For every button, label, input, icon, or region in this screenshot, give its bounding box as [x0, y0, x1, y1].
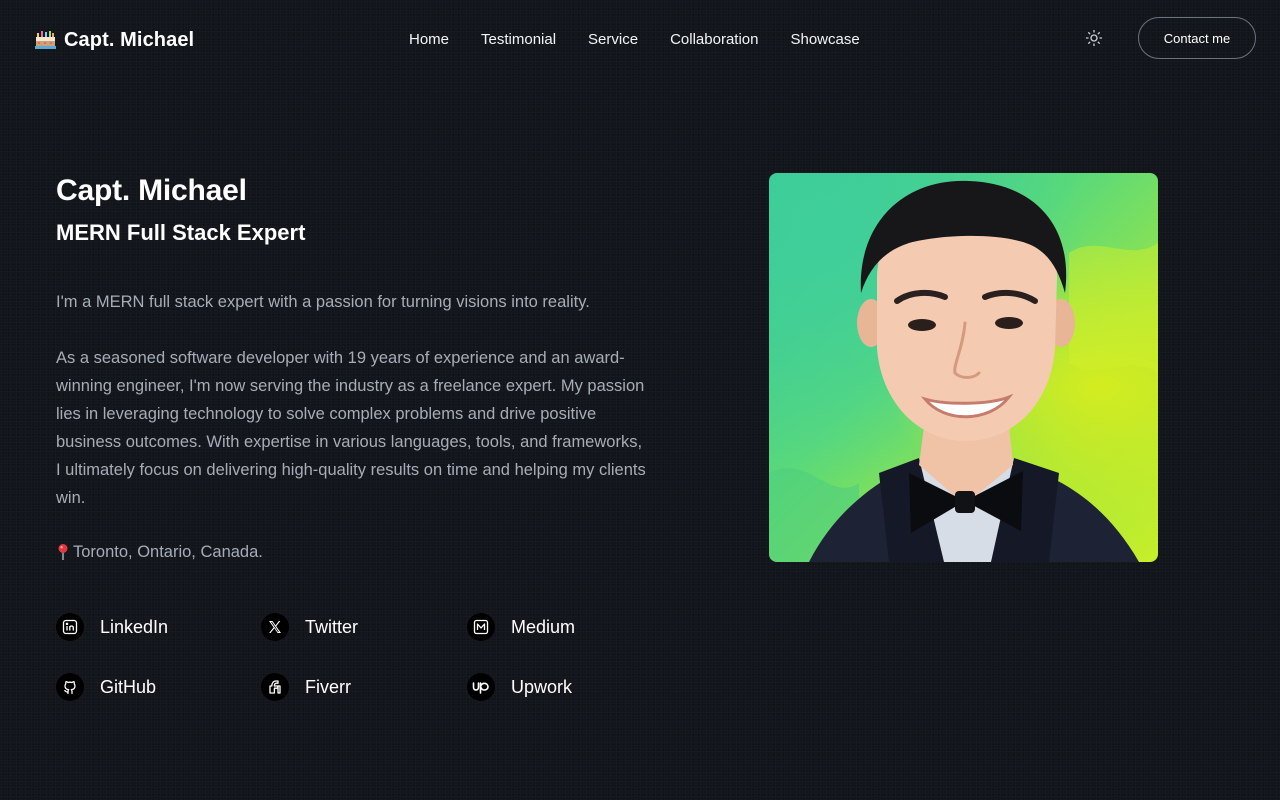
social-twitter[interactable]: Twitter: [261, 611, 467, 643]
contact-me-button[interactable]: Contact me: [1138, 17, 1256, 59]
linkedin-icon: [56, 613, 84, 641]
pixel-cake-logo-icon: [35, 30, 56, 49]
social-label: Fiverr: [305, 676, 351, 697]
hero-name: Capt. Michael: [56, 174, 247, 207]
profile-photo: [769, 173, 1158, 562]
github-icon: [56, 673, 84, 701]
medium-icon: [467, 613, 495, 641]
location-text: Toronto, Ontario, Canada.: [73, 543, 263, 561]
brand-link[interactable]: Capt. Michael: [35, 28, 194, 52]
portrait-illustration: [769, 180, 1158, 562]
sun-icon: [1085, 29, 1103, 47]
social-upwork[interactable]: Upwork: [467, 671, 596, 703]
social-label: Twitter: [305, 616, 359, 637]
nav-service[interactable]: Service: [588, 31, 638, 48]
hero-role: MERN Full Stack Expert: [56, 220, 306, 245]
x-twitter-icon: [261, 613, 289, 641]
social-label: Upwork: [511, 676, 573, 697]
theme-toggle-button[interactable]: [1082, 26, 1106, 50]
location: Toronto, Ontario, Canada.: [56, 540, 263, 564]
nav-home[interactable]: Home: [409, 31, 449, 48]
social-label: Medium: [511, 616, 576, 637]
site-header: Capt. Michael Home Testimonial Service C…: [0, 0, 1280, 78]
hero-bio: As a seasoned software developer with 19…: [56, 349, 646, 507]
social-linkedin[interactable]: LinkedIn: [56, 611, 261, 643]
social-label: GitHub: [100, 676, 157, 697]
main-nav: Home Testimonial Service Collaboration S…: [409, 28, 860, 50]
social-links: LinkedIn Twitter Medium GitHub Fiverr Up…: [56, 611, 596, 703]
social-label: LinkedIn: [100, 616, 169, 637]
nav-showcase[interactable]: Showcase: [790, 31, 859, 48]
hero-intro: I'm a MERN full stack expert with a pass…: [56, 293, 590, 311]
social-github[interactable]: GitHub: [56, 671, 261, 703]
social-medium[interactable]: Medium: [467, 611, 596, 643]
fiverr-icon: [261, 673, 289, 701]
map-pin-icon: [58, 544, 68, 560]
nav-collaboration[interactable]: Collaboration: [670, 31, 758, 48]
upwork-icon: [467, 673, 495, 701]
brand-name: Capt. Michael: [64, 28, 195, 51]
social-fiverr[interactable]: Fiverr: [261, 671, 467, 703]
nav-testimonial[interactable]: Testimonial: [481, 31, 556, 48]
